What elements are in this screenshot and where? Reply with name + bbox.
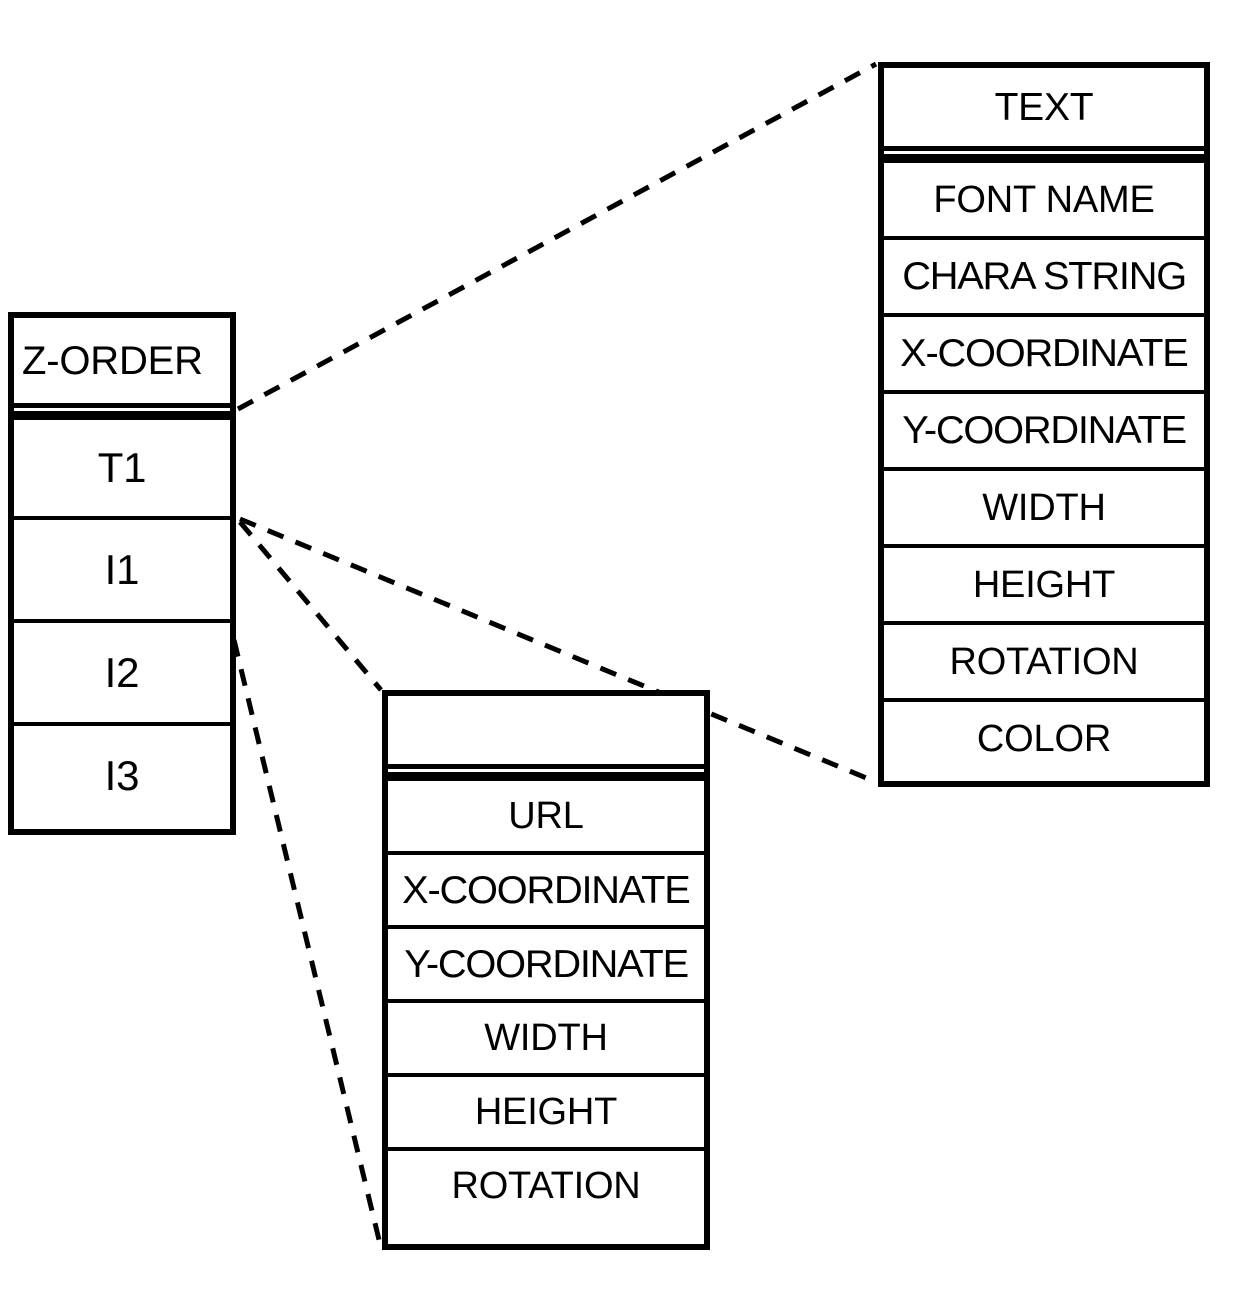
text-attr-color-label: COLOR (976, 717, 1112, 760)
image-attr-rotation-label: ROTATION (451, 1165, 641, 1207)
image-attribute-table: URL X-COORDINATE Y-COORDINATE WIDTH HEIG… (382, 690, 710, 1250)
z-order-row-i3[interactable]: I3 (14, 722, 230, 825)
connector-i1-to-image-table-lower (231, 639, 384, 1249)
text-attr-y-coordinate[interactable]: Y-COORDINATE (884, 390, 1204, 467)
text-attr-chara-string-label: CHARA STRING (902, 255, 1187, 298)
image-attr-y-coordinate-label: Y-COORDINATE (404, 942, 689, 986)
image-attr-url[interactable]: URL (388, 777, 704, 851)
z-order-title-separator (14, 403, 230, 416)
text-attr-rotation-label: ROTATION (949, 640, 1139, 683)
z-order-row-i2-label: I2 (104, 648, 140, 696)
image-attr-x-coordinate[interactable]: X-COORDINATE (388, 851, 704, 925)
text-attr-height-label: HEIGHT (972, 563, 1116, 606)
image-attr-url-label: URL (508, 795, 584, 837)
text-table-title: TEXT (884, 68, 1204, 146)
z-order-row-t1-label: T1 (97, 444, 147, 491)
text-attr-width-label: WIDTH (982, 486, 1106, 529)
text-attr-x-coordinate[interactable]: X-COORDINATE (884, 313, 1204, 390)
z-order-row-i1-label: I1 (104, 545, 140, 593)
text-attr-font-name[interactable]: FONT NAME (884, 159, 1204, 236)
image-attr-height[interactable]: HEIGHT (388, 1073, 704, 1147)
z-order-row-i1[interactable]: I1 (14, 516, 230, 619)
z-order-title-label: Z-ORDER (22, 338, 203, 383)
z-order-row-i3-label: I3 (104, 751, 140, 799)
text-attr-x-coordinate-label: X-COORDINATE (900, 332, 1189, 375)
image-table-title (388, 696, 704, 764)
connector-t1-to-text-table-upper (236, 61, 878, 412)
text-attr-y-coordinate-label: Y-COORDINATE (902, 409, 1187, 452)
image-attr-width-label: WIDTH (484, 1017, 608, 1059)
diagram-canvas: Z-ORDER T1 I1 I2 I3 TEXT FONT NAME CHARA… (0, 0, 1250, 1307)
z-order-table: Z-ORDER T1 I1 I2 I3 (8, 312, 236, 835)
text-attr-rotation[interactable]: ROTATION (884, 621, 1204, 698)
text-attribute-table: TEXT FONT NAME CHARA STRING X-COORDINATE… (878, 62, 1210, 787)
image-attr-x-coordinate-label: X-COORDINATE (402, 868, 691, 912)
image-attr-y-coordinate[interactable]: Y-COORDINATE (388, 925, 704, 999)
text-table-title-separator (884, 146, 1204, 159)
text-attr-color[interactable]: COLOR (884, 698, 1204, 775)
text-attr-chara-string[interactable]: CHARA STRING (884, 236, 1204, 313)
image-attr-width[interactable]: WIDTH (388, 999, 704, 1073)
z-order-row-i2[interactable]: I2 (14, 619, 230, 722)
text-table-title-label: TEXT (994, 85, 1094, 129)
text-attr-height[interactable]: HEIGHT (884, 544, 1204, 621)
connector-i1-to-image-table-upper (238, 520, 383, 692)
image-attr-rotation[interactable]: ROTATION (388, 1147, 704, 1221)
image-table-title-separator (388, 764, 704, 777)
text-attr-width[interactable]: WIDTH (884, 467, 1204, 544)
text-attr-font-name-label: FONT NAME (933, 178, 1155, 221)
z-order-row-t1[interactable]: T1 (14, 416, 230, 516)
z-order-table-title: Z-ORDER (14, 318, 230, 403)
image-attr-height-label: HEIGHT (474, 1091, 618, 1133)
